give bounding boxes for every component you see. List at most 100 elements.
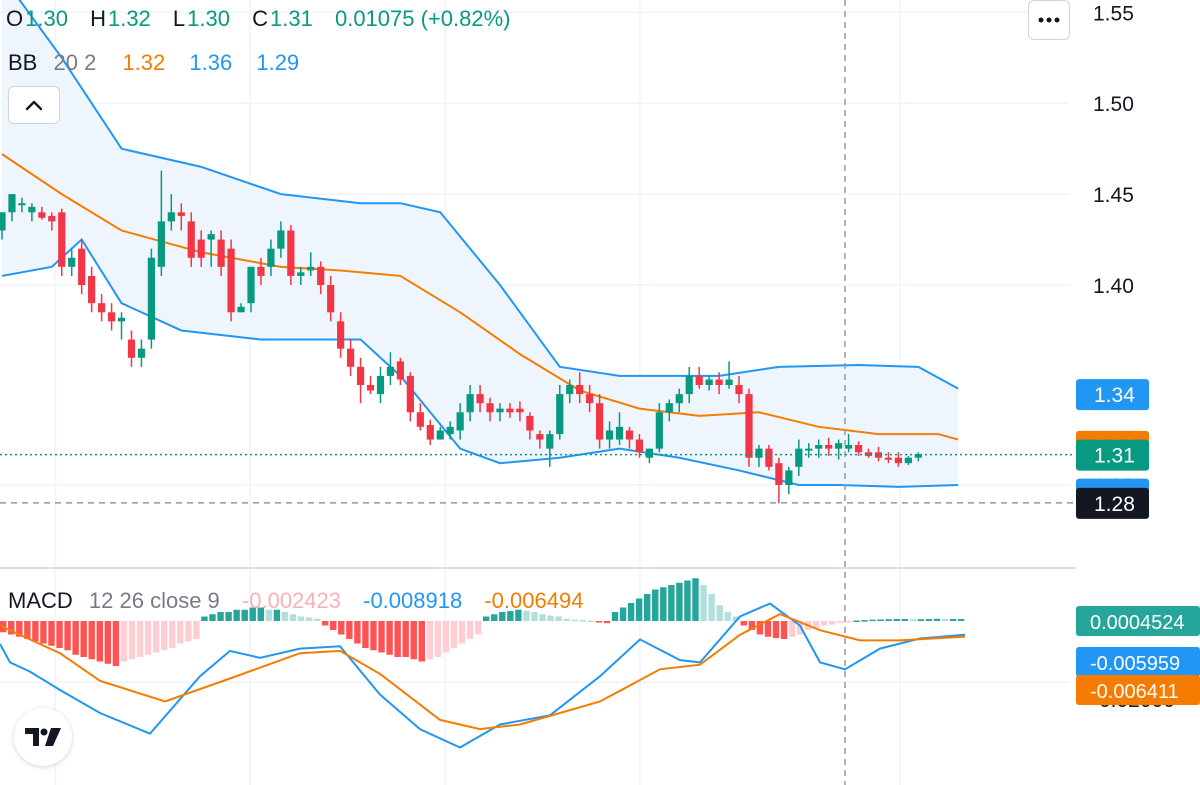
candle-body (576, 385, 584, 395)
macd-lines (0, 602, 966, 749)
more-options-button[interactable] (1028, 0, 1070, 40)
macd-hist-bar (837, 621, 844, 624)
candle-body (904, 457, 912, 464)
macd-hist-bar (603, 621, 611, 624)
macd-line-value: -0.008918 (363, 588, 463, 613)
candle-body (376, 375, 385, 395)
candle-body (755, 448, 763, 458)
open-value: 1.30 (25, 6, 68, 31)
candle-body (187, 221, 195, 258)
macd-hist-bar (362, 621, 369, 648)
macd-hist-bar (442, 621, 450, 653)
candle-body (456, 412, 464, 431)
candle-body (486, 403, 494, 413)
macd-line (0, 602, 966, 749)
candle-body (88, 275, 96, 304)
candle-body (197, 239, 205, 258)
candle-body (516, 408, 524, 413)
candle-body (0, 212, 6, 231)
macd-hist-bar (330, 621, 337, 630)
macd-hist-bar (80, 621, 87, 657)
candle-body (28, 206, 36, 213)
macd-label-histogram: 0.0004524 (1090, 612, 1185, 634)
candle-body (506, 408, 514, 413)
candle-body (98, 303, 106, 313)
candle-body (655, 412, 663, 449)
macd-hist-bar (708, 594, 715, 621)
tradingview-logo-icon (25, 728, 61, 746)
candle-body (765, 448, 773, 467)
chevron-up-icon (25, 100, 43, 111)
candle-body (157, 221, 165, 267)
candle-body (815, 445, 823, 449)
macd-hist-bar (169, 621, 176, 648)
candle-body (406, 375, 414, 413)
candle-body (117, 317, 126, 322)
candle-body (805, 448, 813, 451)
macd-hist-bar (772, 621, 780, 639)
macd-hist-bar (434, 621, 442, 657)
candle-body (556, 394, 564, 435)
chart-window: 1.551.501.451.401.29-0.020001.341.311.31… (0, 0, 1200, 785)
macd-hist-bar (587, 620, 595, 623)
candle-body (58, 212, 66, 267)
candle-body (247, 266, 255, 304)
candle-body (785, 470, 793, 485)
macd-hist-bar (571, 619, 578, 622)
bb-basis-value: 1.32 (122, 50, 166, 75)
macd-hist-bar (877, 619, 884, 621)
macd-hist-bar (821, 621, 828, 626)
macd-signal-line (0, 613, 966, 731)
candle-body (894, 457, 902, 464)
candle-body (317, 266, 325, 286)
candle-body (775, 463, 783, 485)
candle-body (496, 408, 504, 413)
macd-hist-bar (354, 621, 361, 644)
macd-hist-bar (692, 578, 699, 621)
macd-hist-bar (700, 585, 707, 621)
chart-canvas[interactable]: 1.551.501.451.401.29-0.020001.341.311.31… (0, 0, 1200, 785)
candle-body (586, 394, 594, 404)
macd-hist-bar (491, 614, 498, 621)
macd-hist-bar (394, 621, 401, 657)
price-tick: 1.40 (1093, 275, 1134, 298)
candle-body (436, 430, 444, 440)
macd-hist-bar (483, 616, 490, 621)
candle-body (257, 266, 265, 276)
candle-body (267, 248, 275, 267)
candle-body (745, 394, 753, 458)
macd-hist-bar (450, 621, 458, 648)
candle-body (605, 430, 614, 440)
candle-body (546, 434, 554, 449)
candle-body (466, 394, 474, 413)
candle-body (426, 425, 434, 440)
candle-body (217, 239, 225, 267)
macd-hist-bar (458, 621, 466, 644)
collapse-legend-button[interactable] (8, 86, 60, 124)
macd-hist-bar (619, 607, 627, 621)
candle-body (446, 426, 454, 435)
low-label: L (172, 6, 186, 31)
macd-hist-bar (56, 621, 63, 648)
macd-hist-bar (957, 618, 965, 621)
candle-body (825, 445, 833, 449)
candle-body (78, 248, 86, 286)
candle-body (8, 194, 16, 213)
macd-hist-bar (627, 603, 635, 621)
macd-hist-bar (152, 621, 160, 653)
macd-hist-bar (338, 621, 345, 635)
candle-body (386, 366, 395, 376)
tradingview-logo[interactable] (14, 708, 72, 766)
candle-body (167, 212, 175, 222)
macd-hist-value: -0.002423 (241, 588, 341, 613)
high-value: 1.32 (107, 6, 151, 31)
candle-body (297, 272, 305, 276)
candle-body (526, 415, 534, 431)
candle-body (347, 348, 355, 367)
candle-body (356, 366, 365, 386)
macd-legend: MACD 12 26 close 9 -0.002423 -0.008918 -… (8, 588, 585, 614)
macd-hist-bar (949, 618, 957, 621)
macd-hist-bar (144, 621, 152, 655)
macd-hist-bar (853, 620, 860, 623)
candle-body (237, 306, 245, 313)
